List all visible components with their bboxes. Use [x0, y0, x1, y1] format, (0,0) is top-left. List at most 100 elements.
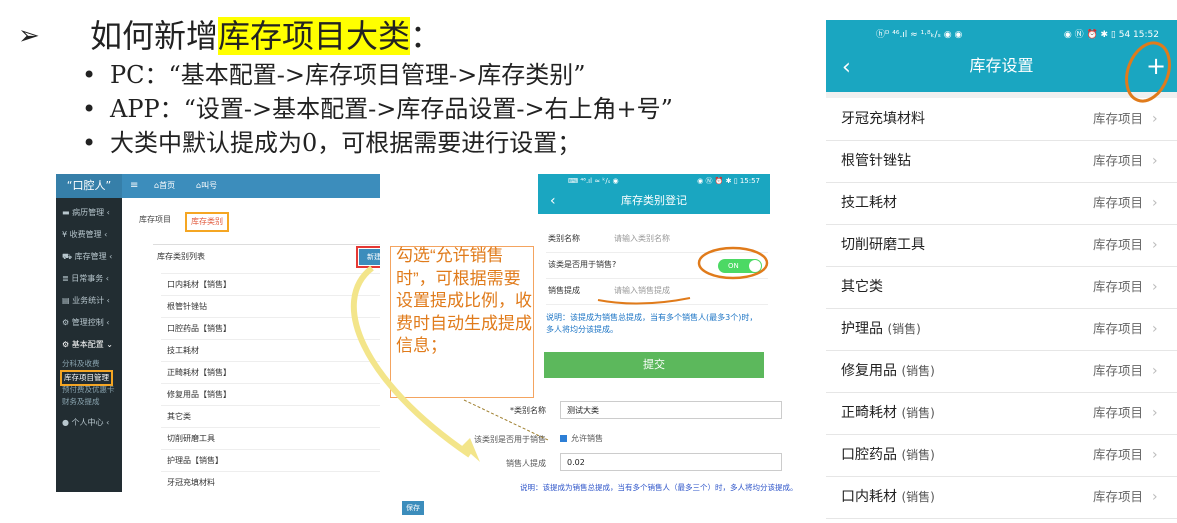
back-icon[interactable]: ‹	[550, 188, 556, 214]
pc-form-commission-input[interactable]: 0.02	[560, 453, 782, 471]
chevron-right-icon: ›	[1152, 489, 1158, 505]
bullet-dot: •	[82, 61, 97, 89]
sale-toggle-switch[interactable]: ON	[718, 259, 762, 273]
nav-home[interactable]: ⌂首页	[154, 174, 175, 198]
sidebar-label: 库存管理 ‹	[74, 252, 113, 261]
sale-toggle-row: 该类是否用于销售? ON	[546, 252, 768, 279]
sidebar-item-admin[interactable]: ⚙ 管理控制 ‹	[56, 312, 122, 334]
bullet-text: PC：“基本配置->库存项目管理->库存类别”	[110, 61, 586, 89]
sidebar-label: 管理控制 ‹	[71, 318, 110, 327]
pc-form-commission-label: 销售人提成	[506, 459, 546, 468]
list-item[interactable]: 口内耗材【销售】	[161, 273, 380, 294]
item-name: 根管针锉钻	[841, 140, 911, 182]
list-item[interactable]: 其它类 库存项目 ›	[826, 266, 1177, 309]
list-item[interactable]: 切削研磨工具 库存项目 ›	[826, 224, 1177, 267]
chevron-right-icon: ›	[1152, 405, 1158, 421]
phone-title: 库存设置	[969, 56, 1034, 75]
sidebar-item-inventory[interactable]: ⛟ 库存管理 ‹	[56, 246, 122, 268]
sub-item-finance[interactable]: 财务及提成	[62, 396, 100, 408]
sidebar: ▬ 病历管理 ‹ ¥ 收费管理 ‹ ⛟ 库存管理 ‹ ≣ 日常事务 ‹ ▤ 业务…	[56, 198, 122, 492]
item-name-text: 护理品	[841, 321, 883, 337]
field-label: 销售提成	[548, 286, 580, 295]
category-name-row[interactable]: 类别名称 请输入类别名称	[546, 226, 768, 253]
list-item[interactable]: 口腔药品【销售】	[161, 317, 380, 338]
pc-form-sale-label: 该类别是否用于销售	[474, 435, 546, 444]
item-name: 口内耗材 (销售)	[841, 476, 935, 518]
item-type: 库存项目	[1093, 195, 1144, 210]
list-item[interactable]: 口内耗材 (销售) 库存项目 ›	[826, 476, 1177, 519]
list-item[interactable]: 技工耗材 库存项目 ›	[826, 182, 1177, 225]
list-item[interactable]: 牙冠充填材料 库存项目 ›	[826, 98, 1177, 141]
pc-form-note: 说明：该提成为销售总提成，当有多个销售人（最多三个）时，多人将均分该提成。	[520, 483, 798, 492]
menu-icon[interactable]: ≡	[130, 174, 138, 198]
sale-checkbox[interactable]: 允许销售	[560, 433, 603, 444]
item-name: 修复用品 (销售)	[841, 350, 935, 392]
item-sale-tag: (销售)	[887, 322, 921, 336]
chevron-right-icon: ›	[1152, 279, 1158, 295]
list-item[interactable]: 其它类	[161, 405, 380, 426]
mobile-header: 库存类别登记 ‹	[538, 188, 770, 214]
sub-item-dept[interactable]: 分科及收费	[62, 358, 100, 370]
chevron-right-icon: ›	[1152, 195, 1158, 211]
tab-inventory-items[interactable]: 库存项目	[139, 212, 171, 228]
list-item[interactable]: 修复用品【销售】	[161, 383, 380, 404]
list-item[interactable]: 根管针锉钻	[161, 295, 380, 316]
new-category-button[interactable]: 新建大类	[356, 246, 380, 268]
title-highlight: 库存项目大类	[218, 17, 411, 55]
item-name-text: 切削研磨工具	[841, 237, 925, 253]
title-prefix: 如何新增	[90, 17, 219, 55]
commission-input[interactable]: 请输入销售提成	[614, 278, 670, 304]
item-name: 口腔药品 (销售)	[841, 434, 935, 476]
submit-button[interactable]: 提交	[544, 352, 764, 378]
item-name-text: 口内耗材	[841, 489, 897, 505]
item-name: 其它类	[841, 266, 883, 308]
back-icon[interactable]: ‹	[842, 50, 851, 86]
list-item[interactable]: 牙冠充填材料	[161, 471, 380, 492]
item-name-text: 技工耗材	[841, 195, 897, 211]
item-type: 库存项目	[1093, 489, 1144, 504]
chevron-right-icon: ›	[1152, 447, 1158, 463]
item-type: 库存项目	[1093, 447, 1144, 462]
save-button[interactable]: 保存	[402, 501, 424, 515]
truck-icon: ⛟	[62, 252, 73, 261]
category-name-input[interactable]: 请输入类别名称	[614, 226, 670, 252]
list-item[interactable]: 根管针锉钻 库存项目 ›	[826, 140, 1177, 183]
list-item[interactable]: 护理品【销售】	[161, 449, 380, 470]
tab-inventory-categories[interactable]: 库存类别	[185, 212, 229, 232]
list-item[interactable]: 修复用品 (销售) 库存项目 ›	[826, 350, 1177, 393]
item-type: 库存项目	[1093, 111, 1144, 126]
sidebar-item-personal[interactable]: ● 个人中心 ‹	[56, 412, 122, 434]
sidebar-item-config[interactable]: ⚙ 基本配置 ⌄	[56, 334, 122, 356]
sidebar-item-records[interactable]: ▬ 病历管理 ‹	[56, 202, 122, 224]
list-item[interactable]: 切削研磨工具	[161, 427, 380, 448]
list-item[interactable]: 技工耗材	[161, 339, 380, 360]
sidebar-item-billing[interactable]: ¥ 收费管理 ‹	[56, 224, 122, 246]
nav-home-label: 首页	[159, 181, 176, 190]
phone-inventory-settings: ⓗᴰ ⁴⁶.ıl ≈ ¹·⁸ₖ/ₛ ◉ ◉ ◉ Ⓝ ⏰ ✱ ▯ 54 15:52…	[826, 20, 1177, 523]
records-icon: ▬	[62, 208, 70, 217]
pc-form-name-input[interactable]: 测试大类	[560, 401, 782, 419]
item-sale-tag: (销售)	[901, 448, 935, 462]
list-item[interactable]: 正畸耗材【销售】	[161, 361, 380, 382]
item-sale-tag: (销售)	[901, 406, 935, 420]
sidebar-label: 病历管理 ‹	[72, 208, 110, 217]
list-item[interactable]: 护理品 (销售) 库存项目 ›	[826, 308, 1177, 351]
nav-call-label: 叫号	[201, 181, 218, 190]
sub-item-prepaid[interactable]: 预付费及优惠卡	[62, 384, 115, 396]
mobile-title: 库存类别登记	[621, 194, 687, 207]
nav-call[interactable]: ⌂叫号	[196, 174, 217, 198]
category-list-panel: 库存类别列表 新建大类 口内耗材【销售】 根管针锉钻 口腔药品【销售】 技工耗材…	[153, 244, 380, 492]
sidebar-item-daily[interactable]: ≣ 日常事务 ‹	[56, 268, 122, 290]
item-name-text: 根管针锉钻	[841, 153, 911, 169]
page-title: 如何新增库存项目大类：	[90, 14, 442, 58]
item-type: 库存项目	[1093, 363, 1144, 378]
list-title: 库存类别列表	[157, 252, 205, 261]
chevron-right-icon: ›	[1152, 153, 1158, 169]
list-item[interactable]: 口腔药品 (销售) 库存项目 ›	[826, 434, 1177, 477]
sidebar-label: 日常事务 ‹	[71, 274, 109, 283]
sidebar-item-stats[interactable]: ▤ 业务统计 ‹	[56, 290, 122, 312]
commission-row[interactable]: 销售提成 请输入销售提成	[546, 278, 768, 305]
list-item[interactable]: 正畸耗材 (销售) 库存项目 ›	[826, 392, 1177, 435]
add-icon[interactable]: +	[1146, 50, 1166, 82]
status-bar: ⌨ ⁴⁶.ıl ≈ ᵏ/ₛ ◉ ◉ Ⓝ ⏰ ✱ ▯ 15:57	[538, 174, 770, 188]
